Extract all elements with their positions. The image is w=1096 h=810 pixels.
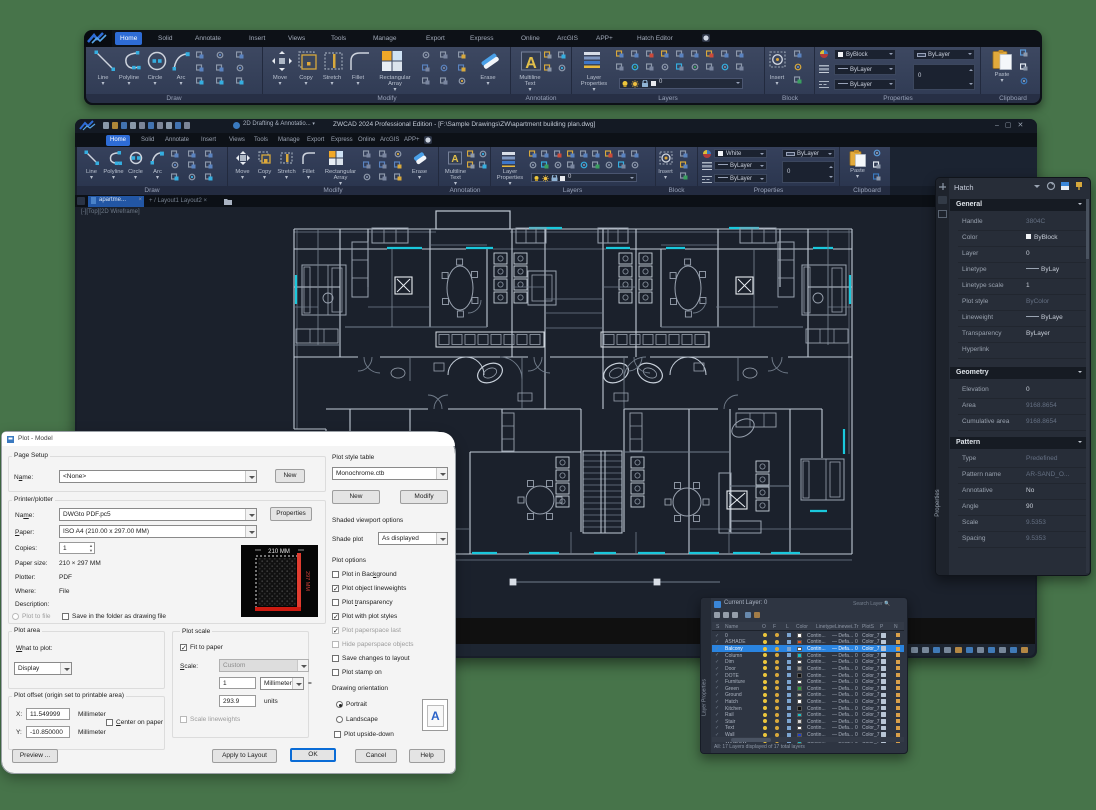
svg-text:210 MM: 210 MM bbox=[268, 549, 290, 555]
svg-text:297 MM: 297 MM bbox=[304, 571, 310, 591]
svg-text:A: A bbox=[525, 55, 537, 72]
svg-text:A: A bbox=[451, 154, 458, 165]
